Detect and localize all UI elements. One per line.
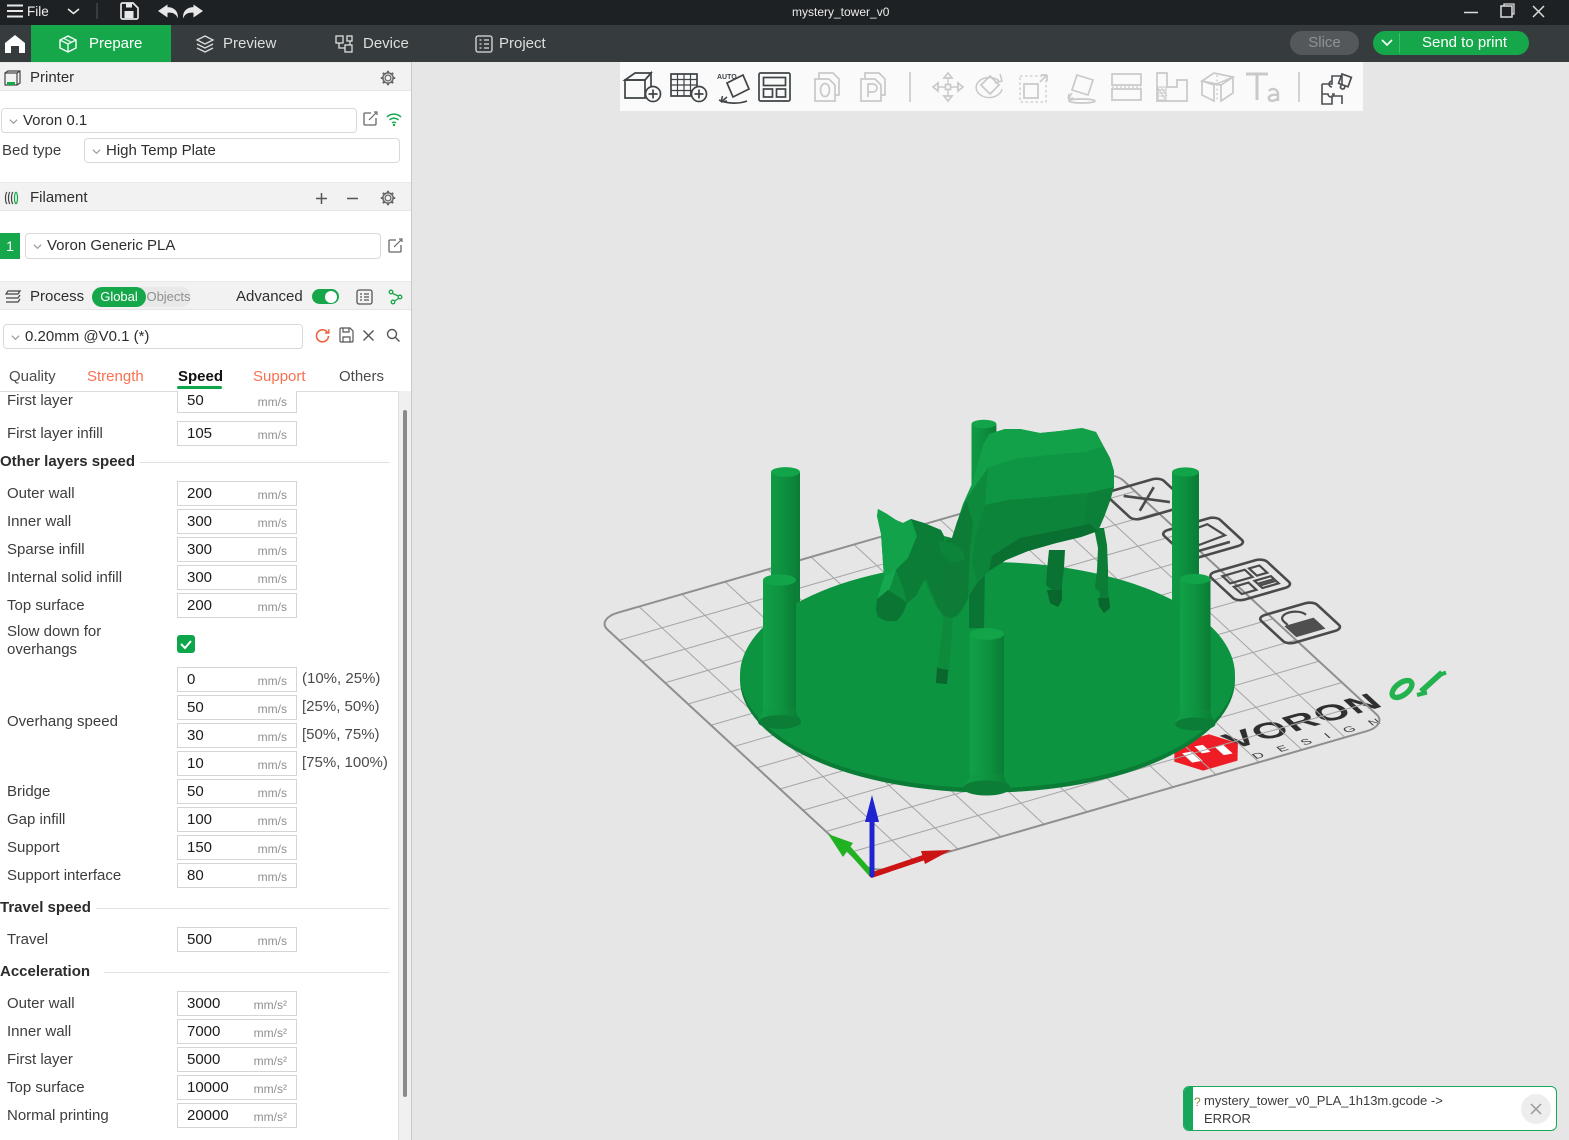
svg-text:File: File (27, 4, 49, 19)
svg-text:AUTO: AUTO (717, 74, 737, 81)
